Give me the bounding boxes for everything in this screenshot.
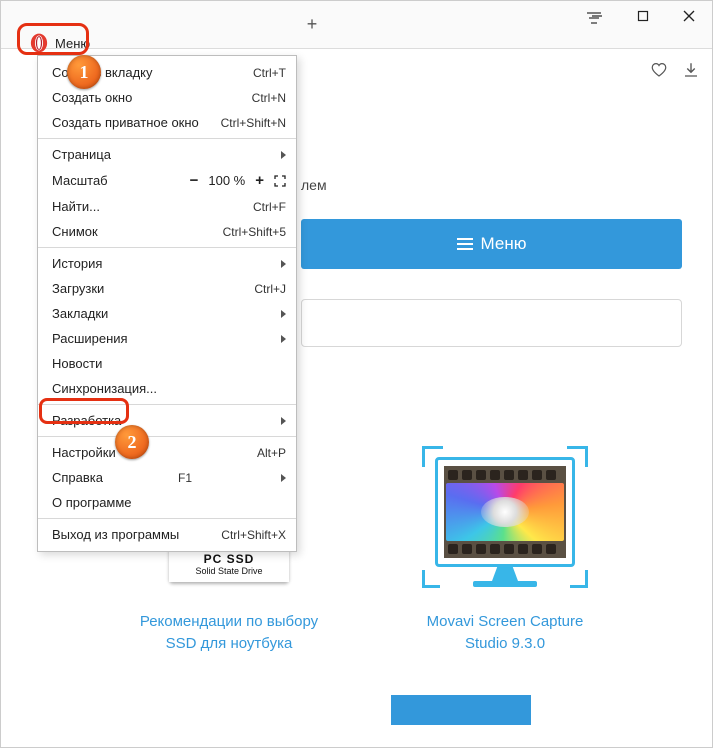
- menu-item-about[interactable]: О программе: [38, 490, 296, 515]
- new-tab-button[interactable]: +: [301, 13, 323, 35]
- menu-item-history[interactable]: История: [38, 251, 296, 276]
- menu-item-extensions[interactable]: Расширения: [38, 326, 296, 351]
- download-icon[interactable]: [682, 61, 700, 79]
- hamburger-icon: [457, 238, 473, 250]
- opera-logo-icon: [29, 33, 49, 53]
- titlebar: +: [1, 1, 712, 49]
- easy-setup-icon[interactable]: [584, 8, 604, 28]
- fullscreen-icon[interactable]: [274, 175, 286, 187]
- menu-item-new-tab[interactable]: Создать вкладку Ctrl+T: [38, 60, 296, 85]
- maximize-button[interactable]: [620, 1, 666, 31]
- menu-separator: [38, 247, 296, 248]
- menu-item-page[interactable]: Страница: [38, 142, 296, 167]
- bookmark-heart-icon[interactable]: [650, 61, 668, 79]
- menu-separator: [38, 404, 296, 405]
- menu-separator: [38, 518, 296, 519]
- zoom-out-button[interactable]: −: [190, 172, 199, 189]
- opera-menu-label: Меню: [55, 36, 90, 51]
- article-card-movavi[interactable]: Movavi Screen Capture Studio 9.3.0: [405, 437, 605, 655]
- opera-menu-button[interactable]: Меню: [23, 29, 100, 57]
- menu-item-downloads[interactable]: Загрузки Ctrl+J: [38, 276, 296, 301]
- opera-main-menu: Создать вкладку Ctrl+T Создать окно Ctrl…: [37, 55, 297, 552]
- menu-item-help[interactable]: Справка F1: [38, 465, 296, 490]
- menu-item-bookmarks[interactable]: Закладки: [38, 301, 296, 326]
- partial-blue-button[interactable]: [391, 695, 531, 725]
- menu-item-new-window[interactable]: Создать окно Ctrl+N: [38, 85, 296, 110]
- menu-item-snapshot[interactable]: Снимок Ctrl+Shift+5: [38, 219, 296, 244]
- menu-item-new-private-window[interactable]: Создать приватное окно Ctrl+Shift+N: [38, 110, 296, 135]
- close-button[interactable]: [666, 1, 712, 31]
- menu-item-sync[interactable]: Синхронизация...: [38, 376, 296, 401]
- site-menu-button[interactable]: Меню: [301, 219, 682, 269]
- zoom-value: 100 %: [208, 173, 245, 188]
- menu-separator: [38, 138, 296, 139]
- menu-item-zoom[interactable]: Масштаб − 100 % +: [38, 167, 296, 194]
- menu-separator: [38, 436, 296, 437]
- menu-item-developer[interactable]: Разработка: [38, 408, 296, 433]
- toolbar-right: [650, 61, 700, 79]
- menu-item-find[interactable]: Найти... Ctrl+F: [38, 194, 296, 219]
- article-caption: Рекомендации по выбору SSD для ноутбука: [129, 611, 329, 655]
- movavi-thumbnail: [405, 437, 605, 607]
- zoom-in-button[interactable]: +: [255, 172, 264, 189]
- menu-item-settings[interactable]: Настройки Alt+P: [38, 440, 296, 465]
- search-input-fragment[interactable]: [301, 299, 682, 347]
- article-caption: Movavi Screen Capture Studio 9.3.0: [405, 611, 605, 655]
- menu-item-exit[interactable]: Выход из программы Ctrl+Shift+X: [38, 522, 296, 547]
- window-controls: [574, 1, 712, 31]
- site-menu-label: Меню: [481, 234, 527, 254]
- menu-item-news[interactable]: Новости: [38, 351, 296, 376]
- page-text-fragment: лем: [301, 177, 327, 193]
